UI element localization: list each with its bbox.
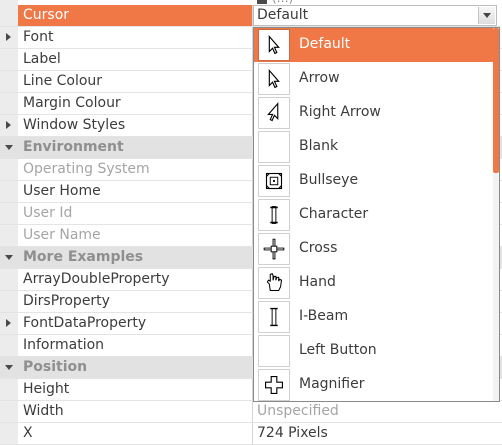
hand-cursor-icon xyxy=(258,267,290,299)
property-grid: (…) CursorFontLabelLine ColourMargin Col… xyxy=(0,0,502,445)
dropdown-option-default[interactable]: Default xyxy=(254,28,494,62)
dropdown-option-blank[interactable]: Blank xyxy=(254,130,494,164)
property-name: Line Colour xyxy=(23,73,103,89)
category-label: Position xyxy=(23,359,88,375)
dropdown-option-character[interactable]: Character xyxy=(254,198,494,232)
row-gutter xyxy=(0,5,18,26)
property-name: Window Styles xyxy=(23,117,126,133)
property-name: User Name xyxy=(23,227,101,243)
property-name: Width xyxy=(23,403,64,419)
dropdown-option-right-arrow[interactable]: Right Arrow xyxy=(254,96,494,130)
dropdown-option-label: Left Button xyxy=(299,342,377,358)
bullseye-cursor-icon xyxy=(258,165,290,197)
dropdown-option-label: Arrow xyxy=(299,70,340,86)
row-gutter xyxy=(0,269,18,290)
ibeam-cursor-icon xyxy=(258,301,290,333)
row-gutter xyxy=(0,423,18,444)
chevron-down-icon[interactable] xyxy=(478,7,495,24)
dropdown-option-bullseye[interactable]: Bullseye xyxy=(254,164,494,198)
blank-cursor-icon xyxy=(258,131,290,163)
property-name: DirsProperty xyxy=(23,293,110,309)
dropdown-option-label: Character xyxy=(299,206,369,222)
dropdown-scrollbar[interactable] xyxy=(493,28,499,401)
cursor-combo-value: Default xyxy=(257,7,309,23)
property-name: Margin Colour xyxy=(23,95,121,111)
cross-cursor-icon xyxy=(258,233,290,265)
dropdown-option-hand[interactable]: Hand xyxy=(254,266,494,300)
dropdown-option-label: I-Beam xyxy=(299,308,349,324)
arrow-cursor-icon xyxy=(258,63,290,95)
value-swatch xyxy=(257,0,267,4)
magnifier-cursor-icon xyxy=(258,369,290,401)
property-name: User Home xyxy=(23,183,101,199)
row-gutter xyxy=(0,291,18,312)
property-name: Font xyxy=(23,29,54,45)
row-gutter xyxy=(0,71,18,92)
expand-triangle-down-icon[interactable] xyxy=(5,255,13,260)
category-label: More Examples xyxy=(23,249,144,265)
property-name: Label xyxy=(23,51,61,67)
category-label: Environment xyxy=(23,139,124,155)
cursor-dropdown-list[interactable]: Default Arrow Right Arrow Blank Bullseye Char… xyxy=(253,27,500,402)
right-arrow-cursor-icon xyxy=(258,97,290,129)
property-value[interactable]: Unspecified xyxy=(257,403,339,419)
dropdown-option-label: Right Arrow xyxy=(299,104,381,120)
left-button-cursor-icon xyxy=(258,335,290,367)
property-name: User Id xyxy=(23,205,73,221)
property-row-x[interactable]: X 724 Pixels xyxy=(0,423,502,445)
row-gutter xyxy=(0,93,18,114)
property-name: FontDataProperty xyxy=(23,315,147,331)
dropdown-scrollbar-thumb[interactable] xyxy=(493,28,499,173)
property-name: Cursor xyxy=(23,7,70,23)
row-gutter xyxy=(0,225,18,246)
column-separator xyxy=(252,401,253,422)
expand-triangle-right-icon[interactable] xyxy=(6,319,11,327)
property-name: Information xyxy=(23,337,105,353)
dropdown-option-label: Hand xyxy=(299,274,336,290)
column-separator xyxy=(252,423,253,444)
expand-triangle-right-icon[interactable] xyxy=(6,33,11,41)
row-gutter xyxy=(0,401,18,422)
property-name: Height xyxy=(23,381,70,397)
row-gutter xyxy=(0,159,18,180)
row-gutter xyxy=(0,49,18,70)
dropdown-option-cross[interactable]: Cross xyxy=(254,232,494,266)
row-gutter xyxy=(0,379,18,400)
dropdown-option-arrow[interactable]: Arrow xyxy=(254,62,494,96)
dropdown-option-left-button[interactable]: Left Button xyxy=(254,334,494,368)
row-gutter xyxy=(0,335,18,356)
dropdown-option-label: Blank xyxy=(299,138,339,154)
dropdown-option-magnifier[interactable]: Magnifier xyxy=(254,368,494,401)
property-row-width[interactable]: Width Unspecified xyxy=(0,401,502,423)
dropdown-option-i-beam[interactable]: I-Beam xyxy=(254,300,494,334)
character-cursor-icon xyxy=(258,199,290,231)
expand-triangle-right-icon[interactable] xyxy=(6,121,11,129)
row-gutter xyxy=(0,181,18,202)
property-value[interactable]: 724 Pixels xyxy=(257,425,328,441)
default-cursor-icon xyxy=(258,29,290,61)
cursor-combo-box[interactable]: Default xyxy=(253,5,497,26)
property-name: Operating System xyxy=(23,161,150,177)
property-name: ArrayDoubleProperty xyxy=(23,271,170,287)
expand-triangle-down-icon[interactable] xyxy=(5,365,13,370)
row-gutter xyxy=(0,203,18,224)
dropdown-option-label: Magnifier xyxy=(299,376,365,392)
dropdown-option-label: Cross xyxy=(299,240,338,256)
dropdown-option-label: Default xyxy=(299,36,351,52)
dropdown-option-label: Bullseye xyxy=(299,172,359,188)
expand-triangle-down-icon[interactable] xyxy=(5,145,13,150)
property-name: X xyxy=(23,425,33,441)
